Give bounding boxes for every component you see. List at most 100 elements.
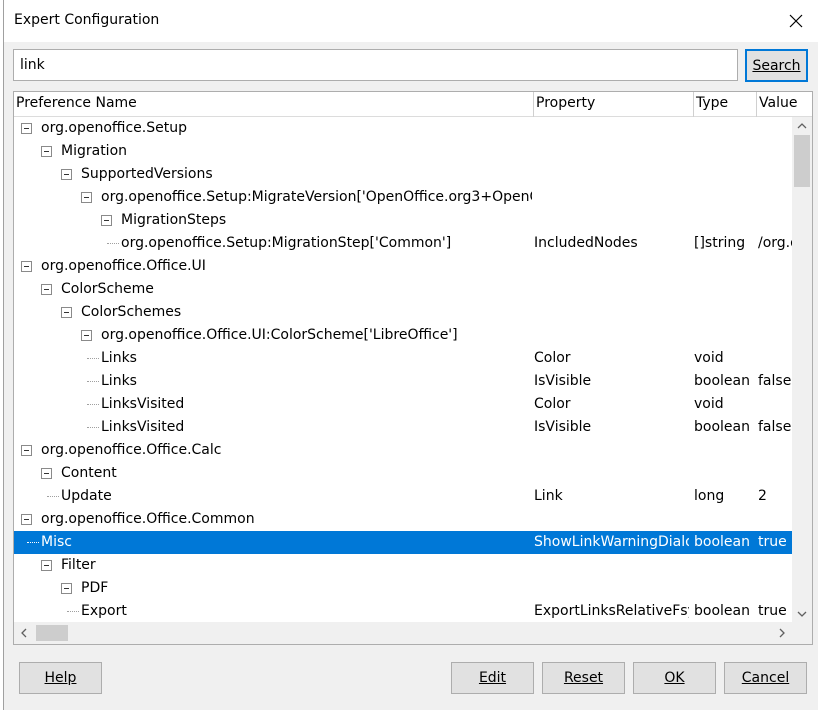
collapse-expander-icon[interactable] xyxy=(21,261,32,272)
collapse-expander-icon[interactable] xyxy=(41,284,52,295)
tree-row[interactable]: Links Color void xyxy=(14,347,792,370)
tree-connector-line xyxy=(67,611,79,612)
tree-row[interactable]: ColorScheme xyxy=(14,278,792,301)
value-cell: false xyxy=(758,373,792,389)
preference-name-cell: Content xyxy=(14,462,532,485)
tree-row[interactable]: org.openoffice.Setup:MigrationStep['Comm… xyxy=(14,232,792,255)
collapse-expander-icon[interactable] xyxy=(81,330,92,341)
tree-row[interactable]: org.openoffice.Office.UI xyxy=(14,255,792,278)
value-cell: false xyxy=(758,419,792,435)
preference-name: Links xyxy=(101,350,137,366)
preference-name-cell: Misc xyxy=(14,531,532,554)
preferences-tree[interactable]: Preference Name Property Type Value org.… xyxy=(13,91,813,645)
tree-row[interactable]: SupportedVersions xyxy=(14,163,792,186)
collapse-expander-icon[interactable] xyxy=(21,514,32,525)
type-cell: boolean xyxy=(694,419,750,435)
tree-row[interactable]: MigrationSteps xyxy=(14,209,792,232)
help-button[interactable]: Help xyxy=(19,662,102,694)
preference-name: MigrationSteps xyxy=(121,212,227,228)
collapse-expander-icon[interactable] xyxy=(21,123,32,134)
value-cell: true xyxy=(758,603,787,619)
collapse-expander-icon[interactable] xyxy=(21,445,32,456)
search-button[interactable]: Search xyxy=(745,49,808,82)
collapse-expander-icon[interactable] xyxy=(61,307,72,318)
tree-row[interactable]: org.openoffice.Setup xyxy=(14,117,792,140)
tree-row[interactable]: Migration xyxy=(14,140,792,163)
type-cell xyxy=(694,324,756,347)
search-input[interactable] xyxy=(13,49,738,81)
column-header-value[interactable]: Value xyxy=(757,92,812,117)
tree-row[interactable]: Content xyxy=(14,462,792,485)
tree-row[interactable]: org.openoffice.Setup:MigrateVersion['Ope… xyxy=(14,186,792,209)
preference-name: LinksVisited xyxy=(101,396,185,412)
type-cell xyxy=(694,462,756,485)
column-header-property[interactable]: Property xyxy=(534,92,694,117)
chevron-right-icon[interactable] xyxy=(772,624,792,641)
tree-row[interactable]: Misc ShowLinkWarningDialog boolean true xyxy=(14,531,792,554)
chevron-left-icon[interactable] xyxy=(14,624,34,641)
property-cell xyxy=(534,301,689,324)
tree-row[interactable]: Update Link long 2 xyxy=(14,485,792,508)
property-cell: Color xyxy=(534,350,571,366)
column-header-preference-name[interactable]: Preference Name xyxy=(14,92,534,117)
collapse-expander-icon[interactable] xyxy=(41,146,52,157)
horizontal-scrollbar[interactable] xyxy=(14,622,792,644)
collapse-expander-icon[interactable] xyxy=(41,468,52,479)
property-cell xyxy=(534,255,689,278)
tree-row[interactable]: org.openoffice.Office.UI:ColorScheme['Li… xyxy=(14,324,792,347)
collapse-expander-icon[interactable] xyxy=(61,583,72,594)
property-cell xyxy=(534,324,689,347)
preference-name-cell: Update xyxy=(14,485,532,508)
value-cell xyxy=(758,117,792,140)
value-cell xyxy=(758,393,792,416)
value-cell xyxy=(758,209,792,232)
column-header-type[interactable]: Type xyxy=(694,92,757,117)
tree-row[interactable]: Links IsVisible boolean false xyxy=(14,370,792,393)
tree-row[interactable]: ColorSchemes xyxy=(14,301,792,324)
preference-name: SupportedVersions xyxy=(81,166,213,182)
reset-button[interactable]: Reset xyxy=(542,662,625,694)
horizontal-scroll-thumb[interactable] xyxy=(36,625,68,641)
vertical-scroll-thumb[interactable] xyxy=(794,135,810,187)
collapse-expander-icon[interactable] xyxy=(101,215,112,226)
preference-name-cell: org.openoffice.Setup:MigrateVersion['Ope… xyxy=(14,186,532,209)
ok-button[interactable]: OK xyxy=(633,662,716,694)
tree-row[interactable]: org.openoffice.Office.Calc xyxy=(14,439,792,462)
value-cell xyxy=(758,577,792,600)
property-cell xyxy=(534,117,689,140)
type-cell: long xyxy=(694,488,725,504)
type-cell xyxy=(694,255,756,278)
preference-name-cell: LinksVisited xyxy=(14,393,532,416)
preference-name: PDF xyxy=(81,580,109,596)
vertical-scrollbar[interactable] xyxy=(792,117,812,622)
collapse-expander-icon[interactable] xyxy=(81,192,92,203)
tree-row[interactable]: LinksVisited Color void xyxy=(14,393,792,416)
type-cell xyxy=(694,577,756,600)
tree-row[interactable]: PDF xyxy=(14,577,792,600)
preference-name: org.openoffice.Setup:MigrationStep['Comm… xyxy=(121,235,452,251)
scrollbar-corner xyxy=(792,622,812,644)
tree-row[interactable]: Filter xyxy=(14,554,792,577)
preference-name: ColorSchemes xyxy=(81,304,182,320)
cancel-button[interactable]: Cancel xyxy=(724,662,807,694)
type-cell: []string xyxy=(694,235,746,251)
type-cell xyxy=(694,554,756,577)
preference-name-cell: Links xyxy=(14,347,532,370)
collapse-expander-icon[interactable] xyxy=(61,169,72,180)
type-cell xyxy=(694,278,756,301)
type-cell: boolean xyxy=(694,534,750,550)
chevron-down-icon[interactable] xyxy=(792,605,812,622)
type-cell xyxy=(694,508,756,531)
property-cell xyxy=(534,186,689,209)
value-cell xyxy=(758,324,792,347)
collapse-expander-icon[interactable] xyxy=(41,560,52,571)
tree-row[interactable]: Export ExportLinksRelativeFsys boolean true xyxy=(14,600,792,622)
tree-row[interactable]: org.openoffice.Office.Common xyxy=(14,508,792,531)
value-cell xyxy=(758,301,792,324)
chevron-up-icon[interactable] xyxy=(792,117,812,134)
property-cell: ShowLinkWarningDialog xyxy=(534,534,689,550)
tree-row[interactable]: LinksVisited IsVisible boolean false xyxy=(14,416,792,439)
close-button[interactable] xyxy=(773,0,818,42)
edit-button[interactable]: Edit xyxy=(451,662,534,694)
close-icon xyxy=(789,14,803,28)
